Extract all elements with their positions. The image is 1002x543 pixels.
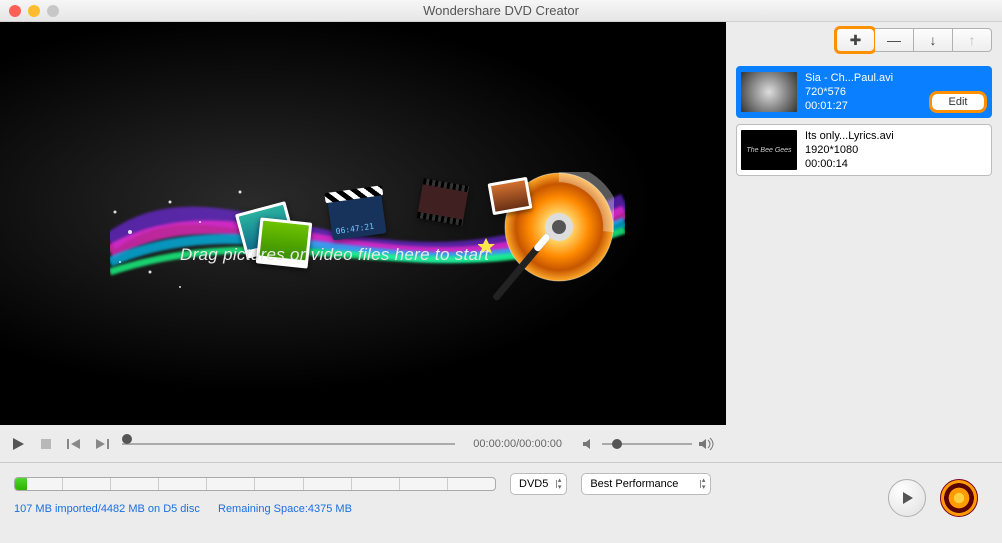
burn-disc-button[interactable]	[940, 479, 978, 517]
clip-toolbar: ✚ — ↓ ↑	[736, 28, 992, 52]
clip-filename: Sia - Ch...Paul.avi	[805, 71, 893, 85]
play-button[interactable]	[10, 436, 26, 452]
preview-play-button[interactable]	[888, 479, 926, 517]
disc-type-select[interactable]: DVD5	[510, 473, 567, 495]
next-button[interactable]	[94, 436, 110, 452]
capacity-info: 107 MB imported/4482 MB on D5 disc Remai…	[14, 503, 988, 515]
seek-slider[interactable]	[122, 438, 455, 450]
chevron-updown-icon	[702, 478, 706, 491]
timecode: 00:00:00/00:00:00	[467, 438, 570, 450]
add-clip-button[interactable]: ✚	[836, 28, 875, 52]
play-icon	[899, 490, 915, 506]
prev-button[interactable]	[66, 436, 82, 452]
clip-thumbnail	[741, 72, 797, 112]
edit-clip-button[interactable]: Edit	[931, 93, 985, 111]
quality-select[interactable]: Best Performance	[581, 473, 711, 495]
close-window-button[interactable]	[9, 5, 21, 17]
picture-icon	[488, 177, 533, 215]
minus-icon: —	[887, 32, 901, 48]
clip-thumbnail: The Bee Gees	[741, 130, 797, 170]
prev-icon	[67, 438, 81, 450]
clip-item[interactable]: Sia - Ch...Paul.avi 720*576 00:01:27 Edi…	[736, 66, 992, 118]
clip-item[interactable]: The Bee Gees Its only...Lyrics.avi 1920*…	[736, 124, 992, 176]
clip-resolution: 720*576	[805, 85, 893, 99]
bottom-bar: DVD5 Best Performance 107 MB imported/44…	[0, 462, 1002, 543]
remove-clip-button[interactable]: —	[875, 28, 914, 52]
capacity-bar	[14, 477, 496, 491]
playback-controls: 00:00:00/00:00:00	[0, 425, 726, 462]
move-down-button[interactable]: ↓	[914, 28, 953, 52]
volume-slider[interactable]	[602, 443, 692, 445]
arrow-down-icon: ↓	[930, 32, 937, 48]
clip-duration: 00:00:14	[805, 157, 894, 171]
clip-filename: Its only...Lyrics.avi	[805, 129, 894, 143]
move-up-button[interactable]: ↑	[953, 28, 992, 52]
play-icon	[11, 437, 25, 451]
volume-high-icon	[698, 437, 716, 451]
info-remaining: Remaining Space:4375 MB	[218, 503, 352, 515]
arrow-up-icon: ↑	[969, 32, 976, 48]
clip-resolution: 1920*1080	[805, 143, 894, 157]
next-icon	[95, 438, 109, 450]
minimize-window-button[interactable]	[28, 5, 40, 17]
titlebar: Wondershare DVD Creator	[0, 0, 1002, 22]
window-controls	[0, 5, 59, 17]
plus-icon: ✚	[850, 32, 862, 49]
magic-wand-icon	[478, 232, 558, 312]
clip-duration: 00:01:27	[805, 99, 893, 113]
info-imported: 107 MB imported/4482 MB on D5 disc	[14, 503, 200, 515]
app-title: Wondershare DVD Creator	[423, 3, 579, 18]
stop-button[interactable]	[38, 436, 54, 452]
preview-drop-zone[interactable]: Drag pictures or video files here to sta…	[0, 22, 726, 425]
clapboard-icon	[327, 193, 386, 240]
disc-type-value: DVD5	[519, 478, 548, 490]
maximize-window-button[interactable]	[47, 5, 59, 17]
quality-value: Best Performance	[590, 478, 678, 490]
clip-list: Sia - Ch...Paul.avi 720*576 00:01:27 Edi…	[736, 66, 992, 176]
volume-low-icon	[582, 438, 596, 450]
chevron-updown-icon	[558, 478, 562, 491]
film-strip-icon	[417, 178, 469, 225]
drop-hint-text: Drag pictures or video files here to sta…	[180, 245, 489, 265]
stop-icon	[40, 438, 52, 450]
